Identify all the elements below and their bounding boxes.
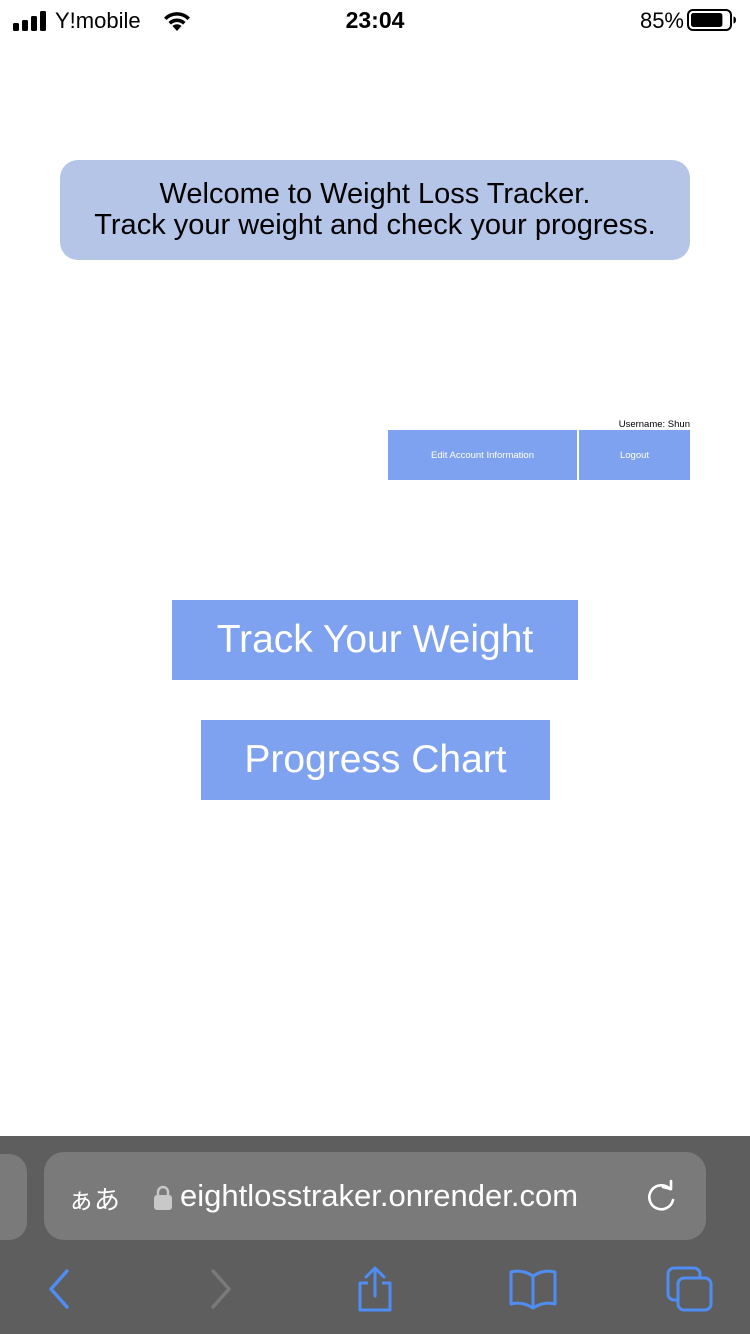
edit-account-button[interactable]: Edit Account Information	[388, 430, 577, 480]
welcome-banner: Welcome to Weight Loss Tracker. Track yo…	[60, 160, 690, 260]
track-weight-button[interactable]: Track Your Weight	[172, 600, 578, 680]
text-size-button[interactable]: ぁあ	[68, 1180, 120, 1217]
address-bar[interactable]: ぁあ eightlosstraker.onrender.com	[44, 1152, 706, 1240]
previous-tab-preview[interactable]	[0, 1154, 27, 1240]
username-label: Username: Shun	[618, 419, 690, 430]
clock: 23:04	[345, 7, 405, 33]
back-icon[interactable]	[44, 1266, 74, 1312]
welcome-subtitle: Track your weight and check your progres…	[94, 209, 656, 241]
lock-icon	[154, 1185, 172, 1210]
battery-icon	[687, 9, 736, 31]
browser-toolbar: ぁあ eightlosstraker.onrender.com	[0, 1136, 750, 1334]
share-icon[interactable]	[355, 1266, 395, 1312]
status-bar: Y!mobile 23:04 85%	[0, 0, 750, 40]
url-text[interactable]: eightlosstraker.onrender.com	[180, 1178, 578, 1214]
bookmarks-icon[interactable]	[508, 1266, 558, 1312]
reload-icon[interactable]	[644, 1178, 678, 1214]
forward-icon[interactable]	[206, 1266, 236, 1312]
welcome-title: Welcome to Weight Loss Tracker.	[159, 178, 591, 210]
tabs-icon[interactable]	[666, 1266, 714, 1312]
logout-button[interactable]: Logout	[579, 430, 690, 480]
progress-chart-button[interactable]: Progress Chart	[201, 720, 550, 800]
battery-percent: 85%	[639, 8, 684, 33]
